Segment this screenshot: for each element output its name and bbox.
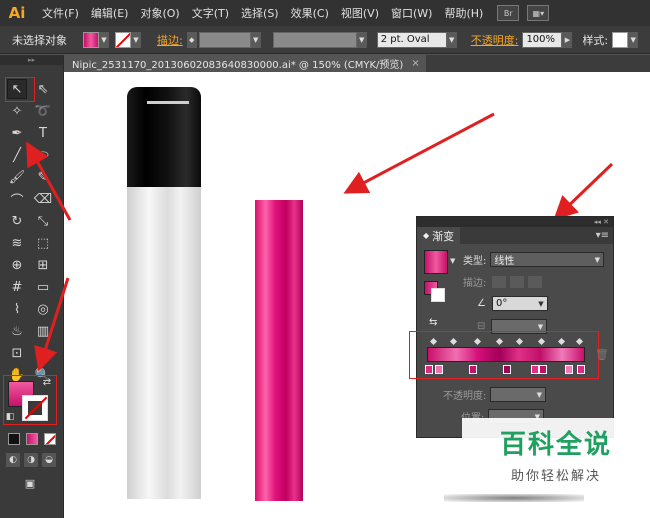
- annotation-frame-selection: [5, 77, 35, 102]
- gradient-type-value: 线性: [494, 256, 515, 267]
- lasso-tool-icon[interactable]: ➰: [33, 101, 53, 121]
- variable-width-profile[interactable]: [272, 31, 357, 48]
- stroke-weight-field[interactable]: [198, 31, 251, 48]
- brush-definition[interactable]: 2 pt. Oval: [376, 31, 447, 48]
- opacity-label[interactable]: 不透明度:: [471, 32, 519, 48]
- mini-stroke-icon: [431, 288, 445, 302]
- color-stop[interactable]: [577, 365, 585, 374]
- gradient-preview-swatch[interactable]: [424, 250, 448, 274]
- brush-dropdown-icon[interactable]: ▼: [446, 31, 457, 48]
- gradient-slider[interactable]: [427, 347, 585, 362]
- angle-field[interactable]: 0° ▼: [491, 296, 548, 311]
- stroke-gradient-across-icon[interactable]: [528, 275, 543, 288]
- document-tab-title: Nipic_2531170_20130602083640830000.ai* @…: [72, 60, 404, 71]
- gradient-type-select[interactable]: 线性 ▼: [490, 252, 605, 267]
- arrow-to-fill-box: [34, 277, 70, 372]
- opacity-value: 100%: [526, 34, 556, 45]
- tool-annotation-arrows: [26, 141, 72, 372]
- menu-window[interactable]: 窗口(W): [385, 5, 438, 21]
- menu-effect[interactable]: 效果(C): [285, 5, 335, 21]
- arrow-to-tools-top: [26, 141, 72, 221]
- fill-swatch[interactable]: [83, 31, 99, 48]
- gradient-type-label: 类型:: [463, 256, 487, 267]
- style-swatch[interactable]: [612, 31, 629, 48]
- gradient-preview-dropdown-icon[interactable]: ▼: [450, 257, 455, 265]
- stroke-weight-stepper[interactable]: ◆: [186, 31, 197, 48]
- fill-stroke-mini[interactable]: [424, 281, 446, 303]
- arrow-to-pink-cylinder: [343, 112, 495, 194]
- chevron-down-icon: ▼: [538, 299, 544, 308]
- stroke-gradient-label: 描边:: [463, 278, 487, 289]
- opacity-dropdown-icon[interactable]: ▶: [562, 31, 573, 48]
- bridge-icon[interactable]: Br: [497, 5, 520, 21]
- watermark-subtitle: 助你轻松解决: [510, 469, 601, 484]
- draw-behind-icon[interactable]: ◑: [24, 453, 38, 467]
- color-stop[interactable]: [539, 365, 547, 374]
- watermark-title: 百科全说: [499, 430, 612, 460]
- delete-stop-icon[interactable]: 🗑: [595, 348, 609, 361]
- color-stop[interactable]: [565, 365, 573, 374]
- menu-help[interactable]: 帮助(H): [438, 5, 489, 21]
- selection-status: 未选择对象: [12, 33, 67, 47]
- gradient-panel: ◂◂ ✕ ◆ 渐变 ▾≡ ▼ 类型: 线性 ▼ 描边: ∠ 0° ▼ ⊟ ▼ ⇆…: [409, 216, 614, 438]
- stroke-weight-dropdown-icon[interactable]: ▼: [250, 31, 261, 48]
- reverse-gradient-icon[interactable]: ⇆: [429, 317, 437, 328]
- style-dropdown-icon[interactable]: ▼: [628, 31, 639, 48]
- arrange-documents-icon[interactable]: ▦▾: [527, 5, 550, 21]
- panel-menu-icon[interactable]: ▾≡: [596, 230, 609, 241]
- variable-width-dropdown-icon[interactable]: ▼: [356, 31, 367, 48]
- document-tab[interactable]: Nipic_2531170_20130602083640830000.ai* @…: [64, 55, 426, 72]
- document-tab-bar: Nipic_2531170_20130602083640830000.ai* @…: [64, 55, 650, 72]
- opacity-label: 不透明度:: [443, 391, 487, 402]
- close-icon[interactable]: ×: [411, 58, 419, 69]
- screen-mode-icon[interactable]: ▣: [20, 475, 40, 491]
- menu-bar: Ai 文件(F) 编辑(E) 对象(O) 文字(T) 选择(S) 效果(C) 视…: [0, 0, 650, 26]
- menu-select[interactable]: 选择(S): [235, 5, 285, 21]
- menu-edit[interactable]: 编辑(E): [85, 5, 135, 21]
- angle-value: 0°: [495, 298, 508, 309]
- control-bar: 未选择对象 ▼ ▼ 描边: ◆ ▼ ▼ 2 pt. Oval ▼ 不透明度: 1…: [0, 26, 650, 54]
- angle-icon: ∠: [477, 298, 486, 309]
- opacity-field[interactable]: ▼: [490, 387, 547, 402]
- fill-dropdown-icon[interactable]: ▼: [99, 31, 109, 48]
- menu-file[interactable]: 文件(F): [36, 5, 85, 21]
- stroke-gradient-within-icon[interactable]: [492, 275, 507, 288]
- magic-wand-tool-icon[interactable]: ✧: [7, 101, 27, 121]
- opacity-field[interactable]: 100%: [522, 31, 563, 48]
- style-label: 样式:: [582, 33, 609, 47]
- tools-panel-grip[interactable]: ▸▸: [0, 55, 63, 65]
- arrow-to-gradient-panel: [553, 162, 614, 221]
- gradient-tab-icon: ◆: [423, 231, 430, 240]
- angle-row: ∠ 0° ▼: [477, 296, 548, 311]
- draw-normal-icon[interactable]: ◐: [6, 453, 20, 467]
- menu-view[interactable]: 视图(V): [335, 5, 385, 21]
- watermark: 百科全说 助你轻松解决: [462, 418, 650, 490]
- direct-selection-tool-icon[interactable]: ⇖: [33, 79, 53, 99]
- menu-type[interactable]: 文字(T): [186, 5, 235, 21]
- stroke-gradient-row: 描边:: [463, 274, 543, 289]
- color-stop[interactable]: [531, 365, 539, 374]
- menu-object[interactable]: 对象(O): [134, 5, 185, 21]
- illustrator-logo: Ai: [8, 4, 26, 22]
- stroke-gradient-along-icon[interactable]: [510, 275, 525, 288]
- color-stop[interactable]: [503, 365, 511, 374]
- gradient-tab-label: 渐变: [432, 229, 455, 243]
- stroke-none-swatch[interactable]: [115, 31, 131, 48]
- color-stop[interactable]: [425, 365, 433, 374]
- chevron-down-icon: ▼: [594, 255, 601, 264]
- brush-definition-value: 2 pt. Oval: [380, 34, 430, 45]
- chevron-down-icon: ▼: [537, 322, 544, 331]
- chevron-down-icon: ▼: [536, 390, 543, 399]
- color-stop[interactable]: [435, 365, 443, 374]
- gradient-panel-tabs: ◆ 渐变 ▾≡: [417, 227, 613, 244]
- stroke-dropdown-icon[interactable]: ▼: [131, 31, 141, 48]
- opacity-row: 不透明度: ▼: [443, 387, 547, 402]
- stroke-label[interactable]: 描边:: [157, 32, 183, 48]
- color-stop[interactable]: [469, 365, 477, 374]
- gradient-type-row: 类型: 线性 ▼: [463, 252, 605, 267]
- draw-inside-icon[interactable]: ◒: [42, 453, 56, 467]
- gradient-panel-titlebar[interactable]: ◂◂ ✕: [417, 217, 613, 227]
- tab-gradient[interactable]: ◆ 渐变: [417, 227, 461, 244]
